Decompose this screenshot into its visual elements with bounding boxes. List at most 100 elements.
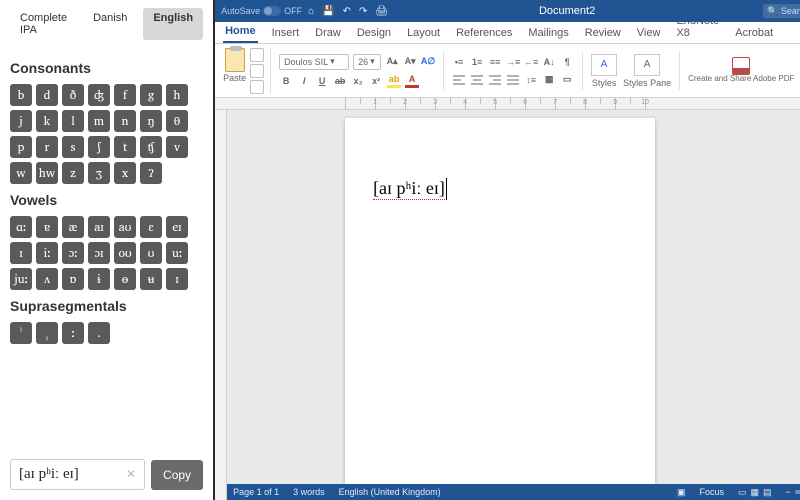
consonant-key[interactable]: t [114, 136, 136, 158]
consonant-key[interactable]: θ [166, 110, 188, 132]
paste-icon[interactable] [225, 48, 245, 72]
bold-icon[interactable]: B [279, 74, 293, 88]
vowel-key[interactable]: iː [36, 242, 58, 264]
consonant-key[interactable]: v [166, 136, 188, 158]
vowel-key[interactable]: ɑː [10, 216, 32, 238]
vowel-key[interactable]: ɛ [140, 216, 162, 238]
vowel-key[interactable]: ɔɪ [88, 242, 110, 264]
tab-view[interactable]: View [635, 25, 663, 43]
consonant-key[interactable]: l [62, 110, 84, 132]
styles-pane-button[interactable]: A Styles Pane [623, 54, 671, 88]
consonant-key[interactable]: ʔ [140, 162, 162, 184]
tab-insert[interactable]: Insert [270, 25, 302, 43]
styles-gallery[interactable]: A Styles [591, 54, 617, 88]
web-layout-view-icon[interactable]: ▦ [750, 487, 759, 498]
consonant-key[interactable]: w [10, 162, 32, 184]
vowel-key[interactable]: æ [62, 216, 84, 238]
suprasegmental-key[interactable]: ˌ [36, 322, 58, 344]
suprasegmental-key[interactable]: ː [62, 322, 84, 344]
autosave-switch-icon[interactable] [263, 6, 281, 16]
format-painter-icon[interactable] [250, 80, 264, 94]
increase-indent-icon[interactable]: →≡ [506, 55, 520, 69]
zoom-out-icon[interactable]: − [786, 487, 791, 497]
tab-acrobat[interactable]: Acrobat [733, 25, 775, 43]
consonant-key[interactable]: ŋ [140, 110, 162, 132]
consonant-key[interactable]: hw [36, 162, 58, 184]
consonant-key[interactable]: x [114, 162, 136, 184]
save-icon[interactable]: 💾 [322, 6, 334, 17]
tab-danish[interactable]: Danish [83, 8, 137, 40]
consonant-key[interactable]: ʤ [88, 84, 110, 106]
search-input[interactable]: 🔍 Search in Document [763, 4, 800, 18]
tab-home[interactable]: Home [223, 23, 258, 43]
justify-icon[interactable] [506, 73, 520, 87]
numbering-icon[interactable]: 1≡ [470, 55, 484, 69]
vowel-key[interactable]: ɵ [114, 268, 136, 290]
print-layout-view-icon[interactable]: ▭ [738, 487, 747, 498]
borders-icon[interactable]: ▭ [560, 73, 574, 87]
italic-icon[interactable]: I [297, 74, 311, 88]
vowel-key[interactable]: ɔː [62, 242, 84, 264]
consonant-key[interactable]: s [62, 136, 84, 158]
align-left-icon[interactable] [452, 73, 466, 87]
create-adobe-pdf-button[interactable]: Create and Share Adobe PDF [688, 57, 794, 84]
status-words[interactable]: 3 words [293, 487, 325, 497]
highlight-icon[interactable]: ab [387, 74, 401, 88]
bullets-icon[interactable]: •≡ [452, 55, 466, 69]
consonant-key[interactable]: h [166, 84, 188, 106]
vowel-key[interactable]: ʌ [36, 268, 58, 290]
copy-icon[interactable] [250, 64, 264, 78]
zoom-slider[interactable] [795, 490, 800, 494]
vowel-key[interactable]: aɪ [88, 216, 110, 238]
vowel-key[interactable]: eɪ [166, 216, 188, 238]
status-language[interactable]: English (United Kingdom) [339, 487, 441, 497]
status-page[interactable]: Page 1 of 1 [233, 487, 279, 497]
subscript-icon[interactable]: x₂ [351, 74, 365, 88]
clear-formatting-icon[interactable]: A∅ [421, 55, 435, 69]
copy-button[interactable]: Copy [151, 460, 203, 490]
tab-complete-ipa[interactable]: Complete IPA [10, 8, 77, 40]
cut-icon[interactable] [250, 48, 264, 62]
align-right-icon[interactable] [488, 73, 502, 87]
undo-icon[interactable]: ↶ [343, 6, 351, 17]
suprasegmental-key[interactable]: . [88, 322, 110, 344]
font-color-icon[interactable]: A [405, 74, 419, 88]
tab-references[interactable]: References [454, 25, 514, 43]
vowel-key[interactable]: ɐ [36, 216, 58, 238]
sort-icon[interactable]: A↓ [542, 55, 556, 69]
align-center-icon[interactable] [470, 73, 484, 87]
consonant-key[interactable]: m [88, 110, 110, 132]
consonant-key[interactable]: k [36, 110, 58, 132]
ruler-horizontal[interactable]: 12345678910 [215, 98, 800, 110]
tab-english[interactable]: English [143, 8, 203, 40]
tab-draw[interactable]: Draw [313, 25, 343, 43]
multilevel-list-icon[interactable]: ≡≡ [488, 55, 502, 69]
vowel-key[interactable]: ɒ [62, 268, 84, 290]
consonant-key[interactable]: r [36, 136, 58, 158]
vowel-key[interactable]: ɨ [88, 268, 110, 290]
suprasegmental-key[interactable]: ˈ [10, 322, 32, 344]
grow-font-icon[interactable]: A▴ [385, 55, 399, 69]
vowel-key[interactable]: ʊ [140, 242, 162, 264]
home-icon[interactable]: ⌂ [308, 6, 314, 17]
consonant-key[interactable]: ʧ [140, 136, 162, 158]
consonant-key[interactable]: ʒ [88, 162, 110, 184]
print-icon[interactable]: 🖨 [375, 6, 388, 17]
consonant-key[interactable]: ð [62, 84, 84, 106]
tab-design[interactable]: Design [355, 25, 393, 43]
consonant-key[interactable]: b [10, 84, 32, 106]
vowel-key[interactable]: oʊ [114, 242, 136, 264]
consonant-key[interactable]: g [140, 84, 162, 106]
consonant-key[interactable]: f [114, 84, 136, 106]
ruler-vertical[interactable] [215, 110, 227, 500]
read-mode-view-icon[interactable]: ▤ [763, 487, 772, 498]
tab-layout[interactable]: Layout [405, 25, 442, 43]
vowel-key[interactable]: ʉ [140, 268, 162, 290]
status-focus[interactable]: Focus [699, 487, 724, 497]
ipa-output-box[interactable]: [aɪ pʰiː eɪ] ✕ [10, 459, 145, 490]
shading-icon[interactable]: ▦ [542, 73, 556, 87]
font-name-select[interactable]: Doulos SIL ▾ [279, 54, 349, 70]
redo-icon[interactable]: ↷ [359, 6, 367, 17]
consonant-key[interactable]: n [114, 110, 136, 132]
focus-mode-icon[interactable]: ▣ [677, 487, 686, 498]
